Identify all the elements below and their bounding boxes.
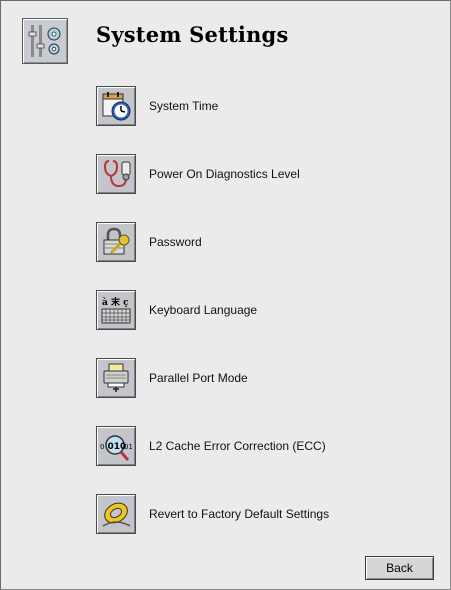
keyboard-language-item[interactable]: à 末 ç Keyboard Language (96, 290, 257, 330)
system-time-label: System Time (149, 99, 219, 113)
keyboard-language-icon[interactable]: à 末 ç (96, 290, 136, 330)
l2-cache-ecc-label: L2 Cache Error Correction (ECC) (149, 439, 326, 453)
stethoscope-icon[interactable] (96, 154, 136, 194)
sliders-gears-icon (22, 18, 68, 64)
revert-factory-defaults-label: Revert to Factory Default Settings (149, 507, 330, 521)
printer-icon[interactable] (96, 358, 136, 398)
page-title: System Settings (96, 22, 289, 47)
keyboard-language-label: Keyboard Language (149, 303, 258, 317)
password-label: Password (149, 235, 202, 249)
system-time-item[interactable]: System Time (96, 86, 218, 126)
ecc-icon-text-right: 01 (124, 443, 132, 451)
back-button[interactable]: Back (365, 556, 434, 580)
parallel-port-mode-label: Parallel Port Mode (149, 371, 248, 385)
parallel-port-mode-item[interactable]: Parallel Port Mode (96, 358, 248, 398)
power-on-diagnostics-item[interactable]: Power On Diagnostics Level (96, 154, 300, 194)
power-on-diagnostics-label: Power On Diagnostics Level (149, 167, 300, 181)
life-preserver-icon[interactable] (96, 494, 136, 534)
binary-magnifier-icon[interactable]: 0 010 01 (96, 426, 136, 466)
padlock-key-icon[interactable] (96, 222, 136, 262)
revert-factory-defaults-item[interactable]: Revert to Factory Default Settings (96, 494, 329, 534)
system-settings-panel: System Settings System Time Power On Dia… (0, 0, 451, 590)
keyboard-language-glyphs: à 末 ç (102, 296, 129, 308)
ecc-icon-text-left: 0 (100, 443, 104, 451)
calendar-clock-icon[interactable] (96, 86, 136, 126)
password-item[interactable]: Password (96, 222, 202, 262)
l2-cache-ecc-item[interactable]: 0 010 01 L2 Cache Error Correction (ECC) (96, 426, 326, 466)
